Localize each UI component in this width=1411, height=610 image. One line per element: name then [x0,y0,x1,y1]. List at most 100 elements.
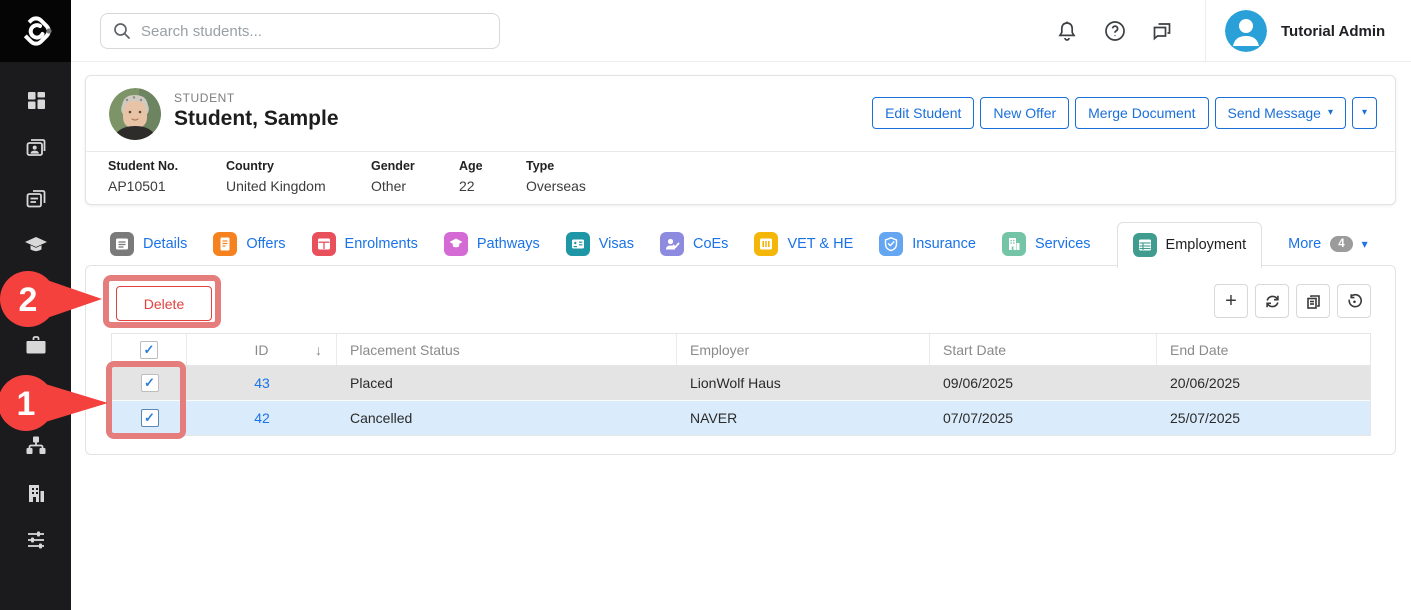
notifications-button[interactable] [1053,17,1081,45]
details-icon [110,232,134,256]
record-link[interactable]: 43 [254,375,270,391]
dashboard-icon [24,88,48,112]
tab-visas[interactable]: Visas [566,221,634,266]
cell-end-date: 25/07/2025 [1157,401,1370,435]
send-message-button[interactable]: Send Message▾ [1215,97,1346,129]
sliders-icon [24,527,48,551]
student-name: Student, Sample [174,107,339,131]
info-country: Country United Kingdom [226,159,371,194]
employment-icon [1133,233,1157,257]
merge-document-button[interactable]: Merge Document [1075,97,1208,129]
nav-students[interactable] [0,130,71,164]
row-checkbox-cell: ✓ [112,366,187,400]
nav-agents[interactable] [0,428,71,462]
user-menu[interactable] [1225,10,1267,52]
new-offer-button[interactable]: New Offer [980,97,1069,129]
visas-icon [566,232,590,256]
table-row[interactable]: ✓ 42 Cancelled NAVER 07/07/2025 25/07/20… [112,401,1370,436]
info-type: Type Overseas [526,159,586,194]
tab-pathways[interactable]: Pathways [444,221,540,266]
table-row[interactable]: ✓ 43 Placed LionWolf Haus 09/06/2025 20/… [112,366,1370,401]
employment-panel: Delete + [85,265,1396,455]
nav-organisations[interactable] [0,476,71,510]
caret-down-icon: ▾ [1362,108,1367,118]
select-all-checkbox[interactable]: ✓ [140,341,158,359]
card-divider [86,151,1395,152]
services-icon [1002,232,1026,256]
sort-desc-icon[interactable]: ↓ [315,342,322,358]
tab-coes[interactable]: CoEs [660,221,728,266]
user-name: Tutorial Admin [1281,0,1385,62]
tab-more[interactable]: More 4 ▾ [1288,221,1367,266]
tab-employment[interactable]: Employment [1117,222,1263,268]
nav-employers[interactable] [0,328,71,362]
history-button[interactable] [1337,284,1371,318]
duplicate-button[interactable] [1296,284,1330,318]
student-actions: Edit Student New Offer Merge Document Se… [872,97,1377,129]
caret-down-icon: ▾ [1362,237,1368,251]
select-all-checkbox-cell: ✓ [112,334,187,365]
cell-start-date: 09/06/2025 [930,366,1157,400]
cell-placement-status: Cancelled [337,401,677,435]
student-card-icon [24,135,48,159]
coes-icon [660,232,684,256]
student-photo [109,88,161,140]
help-circle-icon [1103,19,1127,43]
user-avatar-icon [1225,10,1267,52]
student-tabs: Details Offers Enrolments Pathways Visas [85,221,1396,266]
brand-logo-icon [17,12,55,50]
info-gender: Gender Other [371,159,459,194]
column-header-placement-status[interactable]: Placement Status [337,334,677,365]
copy-icon [1305,293,1322,310]
row-checkbox-cell: ✓ [112,401,187,435]
info-student-no: Student No. AP10501 [108,159,226,194]
row-checkbox[interactable]: ✓ [141,409,159,427]
delete-button[interactable]: Delete [116,286,212,321]
row-checkbox[interactable]: ✓ [141,374,159,392]
record-link[interactable]: 42 [254,410,270,426]
cell-id: 42 [187,401,337,435]
tab-enrolments[interactable]: Enrolments [312,221,418,266]
bell-icon [1055,19,1079,43]
cell-start-date: 07/07/2025 [930,401,1157,435]
topbar: Tutorial Admin [71,0,1411,62]
help-button[interactable] [1101,17,1129,45]
search-icon [113,22,131,40]
cell-id: 43 [187,366,337,400]
student-search [100,13,500,49]
sitemap-icon [24,433,48,457]
column-header-start-date[interactable]: Start Date [930,334,1157,365]
nav-courses[interactable] [0,228,71,262]
table-header-row: ✓ ID ↓ Placement Status Employer Start D… [112,333,1370,366]
column-header-employer[interactable]: Employer [677,334,930,365]
edit-student-button[interactable]: Edit Student [872,97,974,129]
offers-icon [213,232,237,256]
add-record-button[interactable]: + [1214,284,1248,318]
info-age: Age 22 [459,159,526,194]
app-logo[interactable] [0,0,71,62]
building-icon [24,481,48,505]
messages-button[interactable] [1148,17,1176,45]
nav-dashboard[interactable] [0,83,71,117]
refresh-button[interactable] [1255,284,1289,318]
topbar-divider [1205,0,1206,62]
column-header-id[interactable]: ID ↓ [187,334,337,365]
tab-services[interactable]: Services [1002,221,1091,266]
employment-table: ✓ ID ↓ Placement Status Employer Start D… [111,333,1371,436]
more-actions-button[interactable]: ▾ [1352,97,1377,129]
tab-details[interactable]: Details [110,221,187,266]
tab-offers[interactable]: Offers [213,221,285,266]
student-header-card: STUDENT Student, Sample Edit Student New… [85,75,1396,205]
column-header-end-date[interactable]: End Date [1157,334,1370,365]
student-info-row: Student No. AP10501 Country United Kingd… [108,159,586,194]
tab-vet-he[interactable]: VET & HE [754,221,853,266]
briefcase-icon [24,333,48,357]
cell-employer: LionWolf Haus [677,366,930,400]
record-type-label: STUDENT [174,91,235,105]
search-input[interactable] [100,13,500,49]
nav-offers[interactable] [0,181,71,215]
graduation-cap-icon [23,232,49,258]
tab-insurance[interactable]: Insurance [879,221,976,266]
nav-settings[interactable] [0,522,71,556]
chat-bubbles-icon [1150,19,1174,43]
